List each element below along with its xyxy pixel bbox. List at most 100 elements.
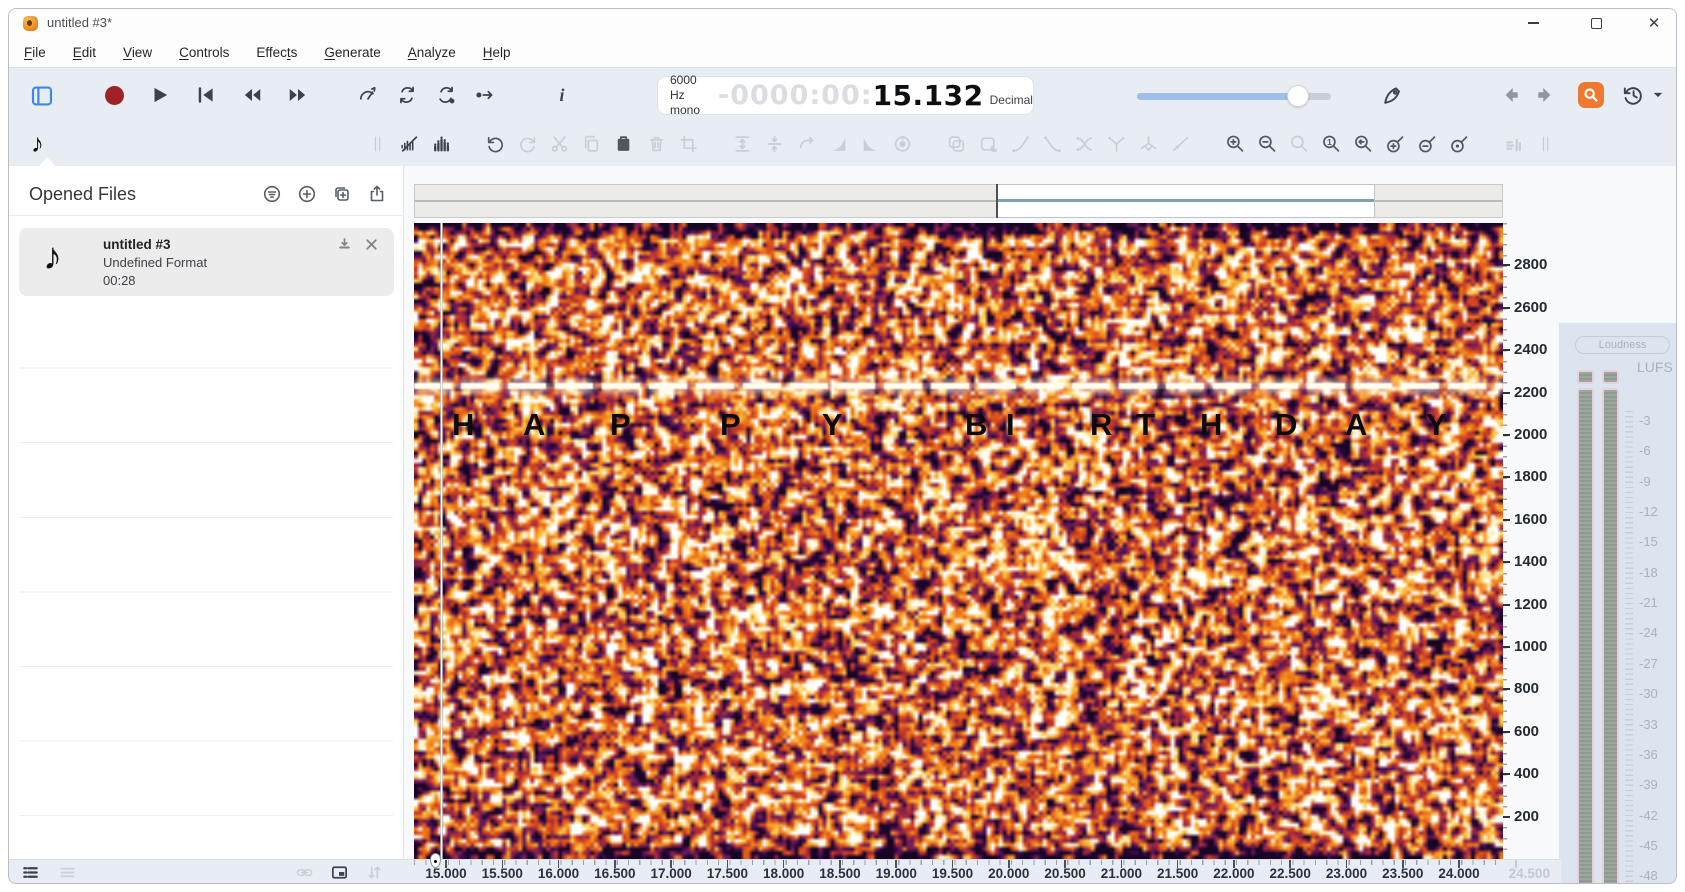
time-tick-label-next: 24.500 — [1508, 866, 1550, 881]
zoom-back-icon[interactable] — [1353, 133, 1374, 155]
history-icon[interactable] — [1621, 83, 1645, 107]
meter-left-peak — [1577, 370, 1594, 384]
freq-tick-label: 2800 — [1514, 256, 1548, 274]
levels-icon[interactable] — [1503, 133, 1524, 155]
fade-in-icon[interactable] — [828, 133, 849, 155]
record-icon[interactable] — [103, 84, 125, 106]
menu-view[interactable]: View — [123, 45, 152, 60]
center-vertical-icon[interactable] — [764, 133, 785, 155]
overlay-letter: H — [1200, 407, 1223, 442]
zoom-one-icon[interactable]: 1 — [1321, 133, 1342, 155]
row-view-icon[interactable] — [58, 863, 77, 882]
close-button[interactable]: ✕ — [1633, 9, 1675, 37]
zoom-center-icon[interactable] — [1449, 133, 1470, 155]
undo-icon[interactable] — [485, 133, 506, 155]
overview-viewport[interactable] — [997, 184, 1375, 218]
paste-icon[interactable] — [613, 133, 634, 155]
file-item-icons — [336, 236, 380, 253]
duplicate-icon[interactable] — [332, 184, 352, 204]
menu-effects[interactable]: Effects — [256, 45, 297, 60]
file-list-item[interactable]: ♪ untitled #3 Undefined Format 00:28 — [19, 228, 394, 296]
spectrum-bars-icon[interactable] — [431, 133, 452, 155]
zoom-in-icon[interactable] — [1225, 133, 1246, 155]
screen: untitled #3* ✕ File Edit View Controls Effec… — [0, 0, 1685, 892]
volume-handle[interactable] — [1287, 85, 1310, 107]
add-icon[interactable] — [297, 184, 317, 204]
minimize-button[interactable] — [1512, 9, 1554, 37]
rewind-icon[interactable] — [241, 84, 263, 106]
nav-forward-icon[interactable] — [1535, 84, 1557, 106]
maximize-button[interactable] — [1575, 9, 1617, 37]
skip-start-icon[interactable] — [195, 84, 217, 106]
cut-icon[interactable] — [549, 133, 570, 155]
nav-back-icon[interactable] — [1499, 84, 1521, 106]
fit-vertical-icon[interactable] — [732, 133, 753, 155]
menu-help[interactable]: Help — [483, 45, 511, 60]
merge-icon[interactable] — [1106, 133, 1127, 155]
sort-tracks-icon[interactable] — [365, 863, 384, 882]
shape-paste-icon[interactable] — [978, 133, 999, 155]
drag-handle-icon[interactable] — [367, 133, 388, 155]
envelope-icon[interactable] — [1170, 133, 1191, 155]
export-icon[interactable] — [367, 184, 387, 204]
freq-tick — [1503, 646, 1510, 648]
spectrogram-canvas[interactable] — [414, 223, 1503, 859]
curve-fade-in-icon[interactable] — [1010, 133, 1031, 155]
shape-copy-icon[interactable] — [946, 133, 967, 155]
waveform-edit-icon[interactable] — [399, 133, 420, 155]
nav-group — [1499, 84, 1557, 106]
reverse-icon[interactable] — [796, 133, 817, 155]
redo-icon[interactable] — [517, 133, 538, 155]
overview-bar[interactable] — [414, 184, 1503, 218]
file-list-icon[interactable] — [21, 863, 40, 882]
menu-file[interactable]: File — [24, 45, 46, 60]
menu-analyze[interactable]: Analyze — [408, 45, 456, 60]
crossfade-icon[interactable] — [1074, 133, 1095, 155]
close-file-icon[interactable] — [363, 236, 380, 253]
magnifier-icon — [1580, 84, 1602, 106]
volume-slider[interactable] — [1137, 85, 1331, 107]
menu-controls[interactable]: Controls — [179, 45, 229, 60]
link-icon[interactable] — [295, 863, 314, 882]
split-icon[interactable] — [1138, 133, 1159, 155]
delete-icon[interactable] — [646, 133, 667, 155]
loudness-button[interactable]: Loudness — [1575, 336, 1670, 354]
playhead-line[interactable] — [440, 223, 443, 859]
loop-selection-icon[interactable] — [435, 84, 457, 106]
zoom-icon[interactable] — [1289, 133, 1310, 155]
pen-icon[interactable] — [1381, 83, 1405, 107]
time-tick-label: 19.000 — [875, 866, 917, 881]
menu-edit[interactable]: Edit — [73, 45, 96, 60]
menu-generate[interactable]: Generate — [324, 45, 380, 60]
info-icon[interactable]: i — [551, 84, 573, 106]
zoom-sel-out-icon[interactable] — [1417, 133, 1438, 155]
drag-handle-icon[interactable] — [1535, 133, 1556, 155]
mini-view-icon[interactable] — [330, 863, 349, 882]
mixdown-icon[interactable] — [336, 236, 353, 253]
time-display[interactable]: 6000 Hz mono -0000:00: 15.132 Decimal — [657, 73, 1034, 117]
freq-tick-label: 2000 — [1514, 426, 1548, 443]
volume-fill — [1137, 93, 1299, 100]
overview-playhead[interactable] — [996, 184, 998, 218]
history-caret-icon[interactable] — [1651, 88, 1665, 102]
opened-files-tab-note-icon[interactable]: ♪ — [31, 128, 44, 159]
curve-fade-out-icon[interactable] — [1042, 133, 1063, 155]
zoom-out-icon[interactable] — [1257, 133, 1278, 155]
trim-icon[interactable] — [678, 133, 699, 155]
loop-icon[interactable] — [396, 84, 418, 106]
playback-rate-icon[interactable] — [357, 84, 379, 106]
spectrogram-view[interactable]: H A P P Y BI RT H D A Y — [414, 223, 1503, 859]
sidebar-toggle-icon[interactable] — [29, 84, 55, 108]
search-icon[interactable] — [1578, 82, 1604, 108]
zoom-sel-in-icon[interactable] — [1385, 133, 1406, 155]
lufs-scale-label: -27 — [1639, 655, 1658, 671]
play-icon[interactable] — [149, 84, 171, 106]
fast-forward-icon[interactable] — [287, 84, 309, 106]
play-from-cursor-icon[interactable] — [474, 84, 496, 106]
filter-icon[interactable] — [262, 184, 282, 204]
titlebar[interactable]: untitled #3* ✕ — [9, 9, 1676, 37]
fade-out-icon[interactable] — [860, 133, 881, 155]
freq-tick-label: 1600 — [1514, 510, 1548, 528]
gain-knob-icon[interactable] — [892, 133, 913, 155]
copy-icon[interactable] — [581, 133, 602, 155]
